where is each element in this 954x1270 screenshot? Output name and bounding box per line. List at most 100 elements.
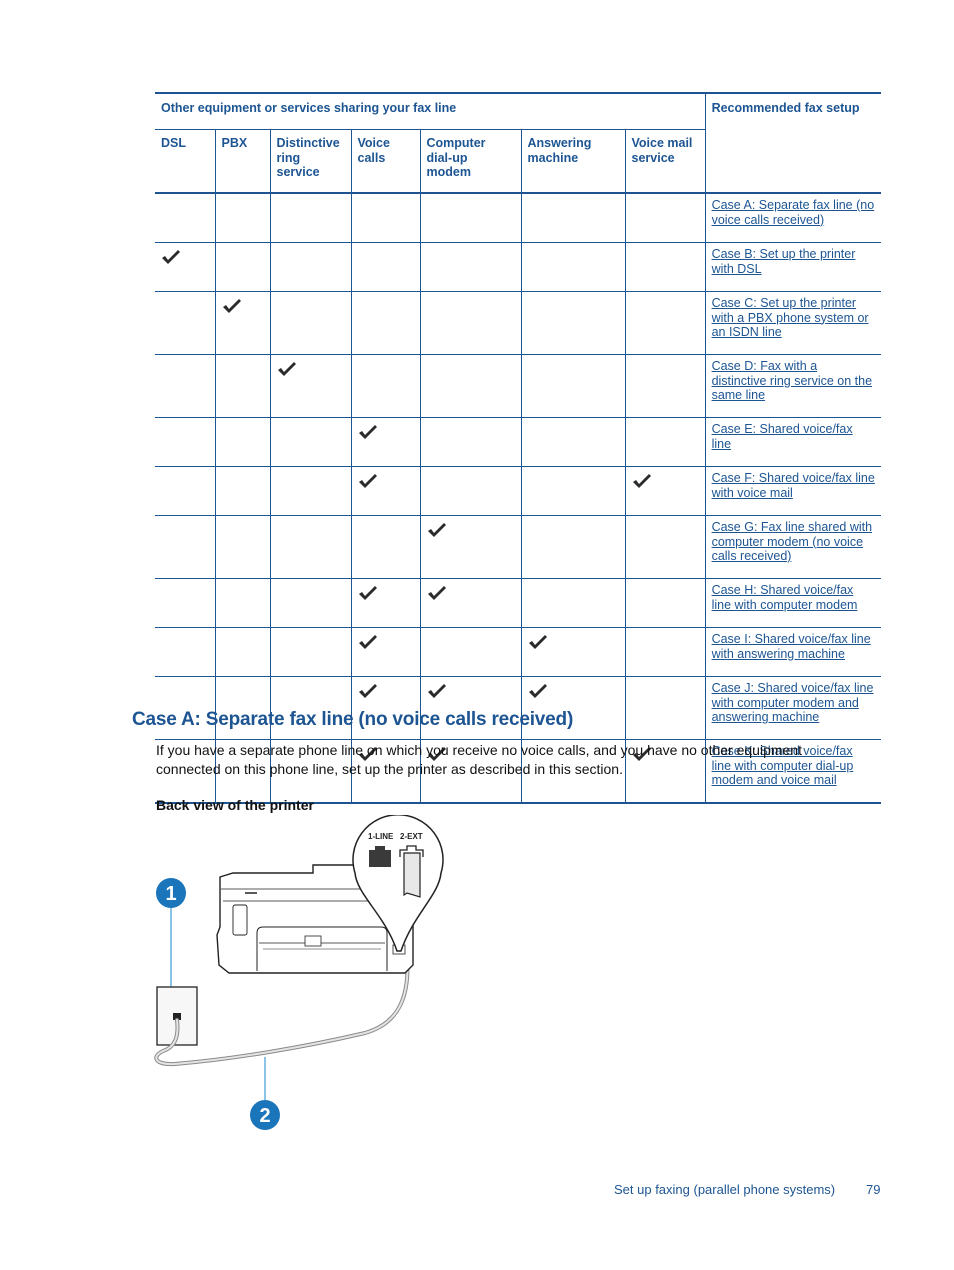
cell-distinctive-ring-service bbox=[269, 515, 352, 579]
cell-answering-machine bbox=[520, 417, 626, 467]
checkmark-icon bbox=[427, 584, 447, 602]
setup-case-link[interactable]: Case I: Shared voice/fax line with answe… bbox=[712, 632, 871, 661]
column-header: Voice mail service bbox=[624, 129, 706, 194]
cell-pbx bbox=[214, 627, 271, 677]
cell-distinctive-ring-service bbox=[269, 242, 352, 292]
port-label-line: 1-LINE bbox=[368, 832, 394, 841]
cell-dsl bbox=[155, 192, 216, 243]
cell-voice-mail-service bbox=[624, 676, 706, 740]
checkmark-icon bbox=[358, 584, 378, 602]
cell-distinctive-ring-service bbox=[269, 354, 352, 418]
setup-case-link[interactable]: Case B: Set up the printer with DSL bbox=[712, 247, 856, 276]
table-row: Case G: Fax line shared with computer mo… bbox=[155, 515, 882, 579]
cell-computer-dial-up-modem bbox=[419, 354, 522, 418]
cell-voice-calls bbox=[350, 578, 421, 628]
cell-pbx bbox=[214, 192, 271, 243]
cell-answering-machine bbox=[520, 578, 626, 628]
ext-port-plug-icon bbox=[399, 845, 424, 898]
cell-distinctive-ring-service bbox=[269, 417, 352, 467]
cell-pbx bbox=[214, 354, 271, 418]
table-row: Case F: Shared voice/fax line with voice… bbox=[155, 466, 882, 516]
cell-computer-dial-up-modem bbox=[419, 515, 522, 579]
cell-voice-mail-service bbox=[624, 354, 706, 418]
checkmark-icon bbox=[277, 360, 297, 378]
cell-dsl bbox=[155, 291, 216, 355]
footer-section-title: Set up faxing (parallel phone systems) bbox=[614, 1182, 836, 1197]
setup-case-link[interactable]: Case G: Fax line shared with computer mo… bbox=[712, 520, 873, 563]
recommended-setup-cell: Case G: Fax line shared with computer mo… bbox=[704, 515, 882, 579]
figure-title: Back view of the printer bbox=[156, 797, 314, 813]
cell-voice-calls bbox=[350, 242, 421, 292]
svg-text:2: 2 bbox=[259, 1105, 270, 1127]
column-header: Distinctive ring service bbox=[269, 129, 352, 194]
setup-case-link[interactable]: Case H: Shared voice/fax line with compu… bbox=[712, 583, 858, 612]
checkmark-icon bbox=[222, 297, 242, 315]
checkmark-icon bbox=[528, 682, 548, 700]
setup-case-link[interactable]: Case A: Separate fax line (no voice call… bbox=[712, 198, 875, 227]
recommended-setup-cell: Case C: Set up the printer with a PBX ph… bbox=[704, 291, 882, 355]
cell-voice-calls bbox=[350, 354, 421, 418]
recommended-setup-cell: Case A: Separate fax line (no voice call… bbox=[704, 192, 882, 243]
cell-voice-calls bbox=[350, 515, 421, 579]
cell-dsl bbox=[155, 242, 216, 292]
printer-illustration: 1-LINE 2-EXT 1 2 bbox=[154, 814, 444, 1130]
cell-computer-dial-up-modem bbox=[419, 291, 522, 355]
cell-voice-mail-service bbox=[624, 192, 706, 243]
checkmark-icon bbox=[358, 423, 378, 441]
page-number: 79 bbox=[866, 1182, 881, 1197]
cell-voice-mail-service bbox=[624, 466, 706, 516]
cell-voice-mail-service bbox=[624, 242, 706, 292]
cell-pbx bbox=[214, 417, 271, 467]
cell-voice-calls bbox=[350, 417, 421, 467]
callout-1-badge: 1 bbox=[156, 878, 186, 908]
cell-computer-dial-up-modem bbox=[419, 192, 522, 243]
setup-case-link[interactable]: Case D: Fax with a distinctive ring serv… bbox=[712, 359, 873, 402]
cell-answering-machine bbox=[520, 242, 626, 292]
cell-voice-calls bbox=[350, 192, 421, 243]
table-row: Case D: Fax with a distinctive ring serv… bbox=[155, 354, 882, 418]
recommended-setup-cell: Case D: Fax with a distinctive ring serv… bbox=[704, 354, 882, 418]
checkmark-icon bbox=[528, 633, 548, 651]
group-header: Other equipment or services sharing your… bbox=[155, 92, 706, 130]
cell-voice-mail-service bbox=[624, 627, 706, 677]
cell-dsl bbox=[155, 466, 216, 516]
cell-voice-mail-service bbox=[624, 578, 706, 628]
checkmark-icon bbox=[632, 472, 652, 490]
checkmark-icon bbox=[358, 472, 378, 490]
setup-case-link[interactable]: Case E: Shared voice/fax line bbox=[712, 422, 853, 451]
setup-case-link[interactable]: Case C: Set up the printer with a PBX ph… bbox=[712, 296, 869, 339]
cell-dsl bbox=[155, 578, 216, 628]
cell-answering-machine bbox=[520, 192, 626, 243]
cell-pbx bbox=[214, 242, 271, 292]
cell-computer-dial-up-modem bbox=[419, 466, 522, 516]
fax-setup-table: Other equipment or services sharing your… bbox=[155, 92, 882, 804]
cell-pbx bbox=[214, 515, 271, 579]
intro-paragraph: If you have a separate phone line on whi… bbox=[156, 742, 802, 777]
cell-pbx bbox=[214, 578, 271, 628]
cell-answering-machine bbox=[520, 515, 626, 579]
cell-dsl bbox=[155, 417, 216, 467]
cell-dsl bbox=[155, 354, 216, 418]
cell-answering-machine bbox=[520, 627, 626, 677]
setup-case-link[interactable]: Case F: Shared voice/fax line with voice… bbox=[712, 471, 875, 500]
setup-case-link[interactable]: Case J: Shared voice/fax line with compu… bbox=[712, 681, 874, 724]
recommended-setup-cell: Case F: Shared voice/fax line with voice… bbox=[704, 466, 882, 516]
table-row: Case E: Shared voice/fax line bbox=[155, 417, 882, 467]
table-row: Case B: Set up the printer with DSL bbox=[155, 242, 882, 292]
cell-pbx bbox=[214, 291, 271, 355]
column-header: Voice calls bbox=[350, 129, 421, 194]
table-row: Case H: Shared voice/fax line with compu… bbox=[155, 578, 882, 628]
cell-voice-calls bbox=[350, 466, 421, 516]
cell-pbx bbox=[214, 466, 271, 516]
section-heading: Case A: Separate fax line (no voice call… bbox=[132, 709, 574, 730]
cell-computer-dial-up-modem bbox=[419, 417, 522, 467]
port-label-ext: 2-EXT bbox=[400, 832, 423, 841]
cell-computer-dial-up-modem bbox=[419, 578, 522, 628]
recommended-setup-cell: Case E: Shared voice/fax line bbox=[704, 417, 882, 467]
column-header: Computer dial-up modem bbox=[419, 129, 522, 194]
table-row: Case C: Set up the printer with a PBX ph… bbox=[155, 291, 882, 355]
table-row: Case A: Separate fax line (no voice call… bbox=[155, 192, 882, 243]
cell-voice-calls bbox=[350, 627, 421, 677]
cell-distinctive-ring-service bbox=[269, 578, 352, 628]
cell-voice-mail-service bbox=[624, 417, 706, 467]
